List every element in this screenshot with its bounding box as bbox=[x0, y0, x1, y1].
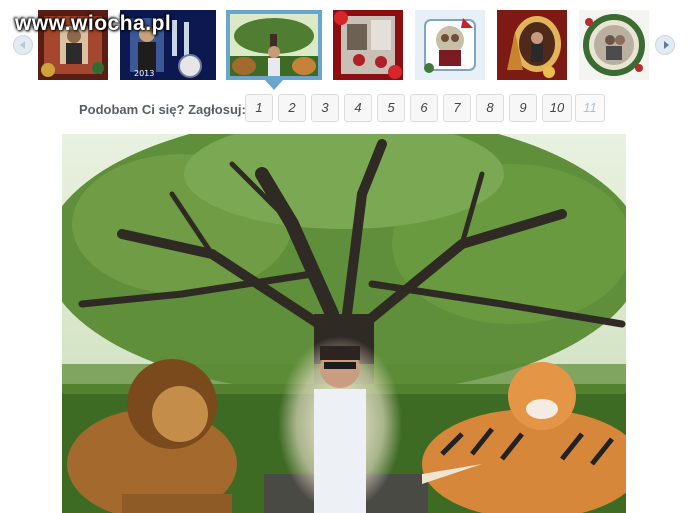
vote-option-9[interactable]: 9 bbox=[509, 94, 537, 122]
vote-option-8[interactable]: 8 bbox=[476, 94, 504, 122]
vote-option-2[interactable]: 2 bbox=[278, 94, 306, 122]
chevron-left-icon[interactable] bbox=[13, 35, 33, 55]
vote-option-10[interactable]: 10 bbox=[542, 94, 572, 122]
thumbnail[interactable] bbox=[579, 10, 649, 80]
chevron-right-icon[interactable] bbox=[655, 35, 675, 55]
thumbnail-image bbox=[333, 10, 403, 80]
vote-option-3[interactable]: 3 bbox=[311, 94, 339, 122]
thumbnail-image bbox=[497, 10, 567, 80]
vote-option-1[interactable]: 1 bbox=[245, 94, 273, 122]
vote-option-7[interactable]: 7 bbox=[443, 94, 471, 122]
vote-option-5[interactable]: 5 bbox=[377, 94, 405, 122]
thumbnail-image bbox=[415, 10, 485, 80]
thumbnail[interactable] bbox=[333, 10, 403, 80]
svg-text:2013: 2013 bbox=[134, 69, 154, 78]
thumbnail-carousel: 2013 www.wiocha.pl bbox=[0, 0, 691, 94]
vote-label: Podobam Ci się? Zagłosuj: bbox=[79, 102, 246, 117]
thumbnail[interactable] bbox=[497, 10, 567, 80]
active-thumbnail-pointer bbox=[265, 80, 283, 90]
site-logo[interactable]: www.wiocha.pl bbox=[15, 12, 171, 36]
thumbnail-image bbox=[579, 10, 649, 80]
thumbnail-image bbox=[230, 14, 318, 76]
main-photo-image bbox=[62, 134, 626, 513]
vote-bar: Podobam Ci się? Zagłosuj: 1 2 3 4 5 6 7 … bbox=[0, 94, 691, 126]
thumbnail[interactable] bbox=[415, 10, 485, 80]
thumbnail-active[interactable] bbox=[226, 10, 322, 80]
vote-option-6[interactable]: 6 bbox=[410, 94, 438, 122]
main-photo bbox=[62, 134, 626, 513]
vote-option-4[interactable]: 4 bbox=[344, 94, 372, 122]
vote-option-11: 11 bbox=[575, 94, 605, 122]
